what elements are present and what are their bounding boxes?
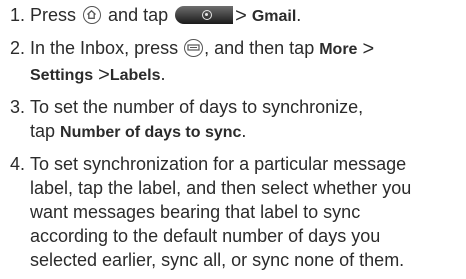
step-text: Press (30, 5, 77, 25)
step-text: tap (30, 121, 56, 141)
separator: > (235, 5, 247, 27)
step-4: 4. To set synchronization for a particul… (10, 152, 462, 272)
step-number: 3. (10, 97, 26, 117)
instruction-page: 1. Press and tap > Gmail. 2. In the Inbo… (0, 0, 466, 278)
step-number: 4. (10, 154, 26, 174)
separator: > (98, 64, 110, 86)
period: . (296, 5, 302, 25)
step-line: according to the default number of days … (30, 226, 381, 246)
step-text: In the Inbox, press (30, 38, 179, 58)
number-of-days-label: Number of days to sync (60, 124, 242, 141)
step-number: 1. (10, 5, 26, 25)
more-label: More (319, 41, 358, 58)
period: . (241, 121, 247, 141)
step-3: 3. To set the number of days to synchron… (10, 95, 462, 145)
step-line: To set synchronization for a particular … (30, 154, 407, 174)
labels-label: Labels (109, 67, 161, 84)
step-2: 2. In the Inbox, press , and then tap Mo… (10, 36, 462, 88)
all-apps-tab-icon (175, 6, 234, 24)
step-text: To set the number of days to synchronize… (30, 97, 364, 117)
step-text: , and then tap (204, 38, 315, 58)
step-line: label, tap the label, and then select wh… (30, 178, 412, 198)
step-text: and tap (108, 5, 169, 25)
separator: > (362, 38, 375, 60)
settings-label: Settings (30, 67, 94, 84)
period: . (160, 64, 166, 84)
gmail-label: Gmail (251, 8, 297, 25)
steps-list: 1. Press and tap > Gmail. 2. In the Inbo… (10, 3, 462, 279)
step-number: 2. (10, 38, 26, 58)
step-1: 1. Press and tap > Gmail. (10, 3, 462, 29)
home-key-icon (83, 6, 102, 24)
step-line: selected earlier, sync all, or sync none… (30, 250, 405, 270)
menu-key-icon (184, 39, 204, 57)
step-line: want messages bearing that label to sync (30, 202, 361, 222)
